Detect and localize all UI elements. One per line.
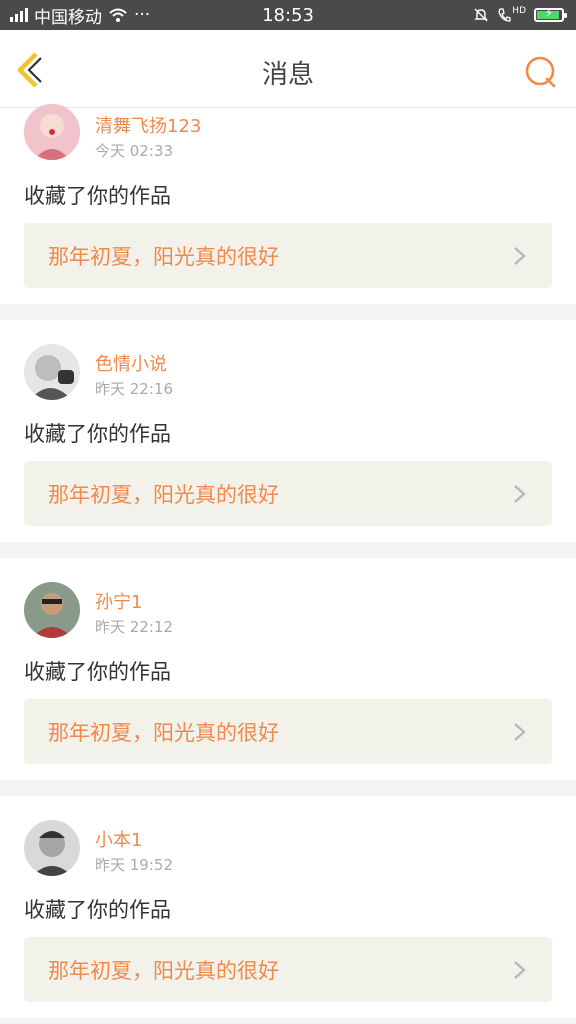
avatar[interactable] [24, 820, 80, 876]
username[interactable]: 孙宁1 [95, 588, 142, 614]
work-link[interactable]: 那年初夏，阳光真的很好 [24, 223, 552, 288]
work-link[interactable]: 那年初夏，阳光真的很好 [24, 937, 552, 1002]
work-title: 那年初夏，阳光真的很好 [48, 244, 279, 269]
work-title: 那年初夏，阳光真的很好 [48, 720, 279, 745]
chevron-right-icon [514, 960, 526, 979]
action-text: 收藏了你的作品 [24, 422, 171, 446]
message-item: 色情小说 昨天 22:16 收藏了你的作品 那年初夏，阳光真的很好 [0, 320, 576, 542]
timestamp: 昨天 19:52 [95, 856, 173, 874]
work-title: 那年初夏，阳光真的很好 [48, 482, 279, 507]
chevron-right-icon [514, 484, 526, 503]
action-text: 收藏了你的作品 [24, 660, 171, 684]
search-button[interactable] [522, 54, 558, 90]
chevron-right-icon [514, 246, 526, 265]
work-title: 那年初夏，阳光真的很好 [48, 958, 279, 983]
mute-icon [474, 8, 488, 22]
avatar[interactable] [24, 104, 80, 160]
message-item: 小本1 昨天 19:52 收藏了你的作品 那年初夏，阳光真的很好 [0, 796, 576, 1018]
chevron-right-icon [514, 722, 526, 741]
timestamp: 昨天 22:12 [95, 618, 173, 636]
action-text: 收藏了你的作品 [24, 898, 171, 922]
work-link[interactable]: 那年初夏，阳光真的很好 [24, 461, 552, 526]
message-item: 清舞飞扬123 今天 02:33 收藏了你的作品 那年初夏，阳光真的很好 [0, 104, 576, 304]
timestamp: 今天 02:33 [95, 142, 173, 160]
status-right: HD ⚡ [473, 6, 567, 23]
message-list: 清舞飞扬123 今天 02:33 收藏了你的作品 那年初夏，阳光真的很好 色情小… [0, 104, 576, 1024]
call-hd-icon: HD [497, 7, 526, 23]
avatar[interactable] [24, 582, 80, 638]
hd-badge: HD [512, 6, 526, 16]
username[interactable]: 小本1 [95, 826, 142, 852]
nav-header: 消息 [0, 30, 576, 108]
username[interactable]: 清舞飞扬123 [95, 112, 201, 138]
battery-icon: ⚡ [534, 6, 567, 22]
action-text: 收藏了你的作品 [24, 184, 171, 208]
more-dots: ··· [134, 5, 151, 25]
wifi-icon [109, 8, 127, 22]
carrier-label: 中国移动 [34, 7, 102, 28]
status-left: 中国移动 ··· [10, 3, 150, 28]
message-item: 孙宁1 昨天 22:12 收藏了你的作品 那年初夏，阳光真的很好 [0, 558, 576, 780]
search-icon [525, 56, 556, 88]
timestamp: 昨天 22:16 [95, 380, 173, 398]
signal-icon [10, 8, 28, 22]
page-title: 消息 [261, 60, 314, 90]
username[interactable]: 色情小说 [95, 350, 167, 376]
status-bar: 中国移动 ··· 18:53 HD ⚡ [0, 0, 576, 30]
work-link[interactable]: 那年初夏，阳光真的很好 [24, 699, 552, 764]
avatar[interactable] [24, 344, 80, 400]
